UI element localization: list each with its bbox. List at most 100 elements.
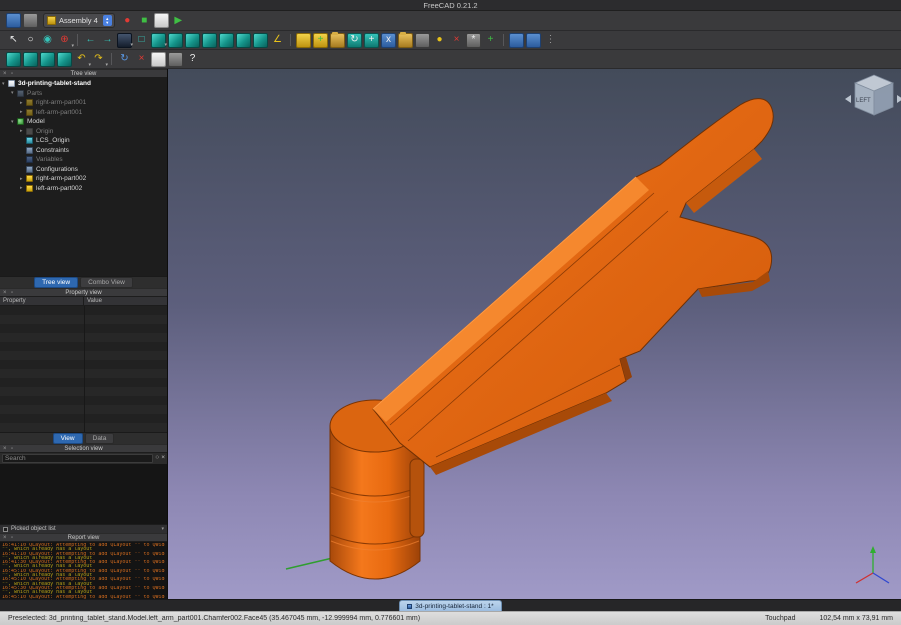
- cut-icon[interactable]: ×: [134, 52, 149, 67]
- tree-item[interactable]: ▸ right-arm-part002: [0, 174, 167, 184]
- view-rear-icon[interactable]: [219, 32, 234, 48]
- tab-view[interactable]: View: [52, 433, 83, 444]
- document-tab[interactable]: 3d-printing-tablet-stand : 1*: [399, 600, 502, 611]
- document-tab-label: 3d-printing-tablet-stand : 1*: [415, 602, 494, 610]
- tab-combo-view[interactable]: Combo View: [80, 277, 133, 288]
- close-panel-icon[interactable]: [3, 534, 7, 543]
- left-dock-panels: Tree view ▾ 3d-printing-tablet-stand ▾ P…: [0, 69, 168, 599]
- gear-icon[interactable]: *: [466, 32, 481, 48]
- open-document-icon[interactable]: [330, 31, 345, 48]
- tree-item[interactable]: Variables: [0, 155, 167, 165]
- nav-cube-rotate-right-icon[interactable]: [897, 95, 901, 103]
- selection-search-input[interactable]: [2, 454, 154, 463]
- report-view-panel-header: Report view: [0, 533, 167, 542]
- checkbox-icon[interactable]: [3, 526, 8, 532]
- model-tree[interactable]: ▾ 3d-printing-tablet-stand ▾ Parts ▸ rig…: [0, 78, 167, 276]
- view-right-icon[interactable]: [202, 32, 217, 48]
- new-lcs-icon[interactable]: +: [364, 32, 379, 48]
- macro-record-icon[interactable]: ●: [120, 13, 135, 28]
- new-assembly-icon[interactable]: [296, 32, 311, 48]
- float-panel-icon[interactable]: [11, 289, 13, 298]
- view-top-icon[interactable]: [185, 32, 200, 48]
- 3d-viewport[interactable]: LEFT: [168, 69, 901, 599]
- tree-item[interactable]: ▾ Model: [0, 117, 167, 127]
- tree-item[interactable]: ▸ right-arm-part001: [0, 98, 167, 108]
- tree-item[interactable]: Configurations: [0, 165, 167, 175]
- separator[interactable]: [77, 34, 78, 46]
- close-panel-icon[interactable]: [3, 445, 7, 454]
- redo-icon[interactable]: ↷ ▾: [91, 52, 108, 68]
- paste-icon[interactable]: [168, 51, 183, 67]
- mdi-tabbar: 3d-printing-tablet-stand : 1*: [0, 599, 901, 611]
- float-panel-icon[interactable]: [11, 534, 13, 543]
- overflow-menu-icon[interactable]: ⋮: [543, 33, 558, 48]
- tree-item[interactable]: ▸ left-arm-part001: [0, 108, 167, 118]
- add-variable-icon[interactable]: +: [483, 33, 498, 48]
- tree-item-label: Parts: [27, 89, 43, 97]
- undo-icon[interactable]: ↶ ▾: [74, 52, 91, 68]
- refresh-icon[interactable]: ↻: [117, 52, 132, 67]
- view-trimetric-icon[interactable]: [40, 51, 55, 67]
- view-home-icon[interactable]: [57, 51, 72, 67]
- nav-cube-rotate-left-icon[interactable]: [845, 95, 851, 103]
- configuration-icon[interactable]: [415, 32, 430, 48]
- tree-item[interactable]: Constraints: [0, 146, 167, 156]
- tree-item[interactable]: LCS_Origin: [0, 136, 167, 146]
- picked-object-list-toggle[interactable]: Picked object list ▾: [0, 524, 167, 533]
- pointer-select-icon[interactable]: ↖: [6, 33, 21, 48]
- property-table[interactable]: [0, 306, 167, 432]
- delete-icon[interactable]: ×: [449, 33, 464, 48]
- macro-edit-icon[interactable]: [153, 13, 169, 28]
- tree-item[interactable]: ▾ 3d-printing-tablet-stand: [0, 79, 167, 89]
- tab-tree-view[interactable]: Tree view: [34, 277, 79, 288]
- tree-item[interactable]: ▸ Origin: [0, 127, 167, 137]
- tree-item-label: Constraints: [36, 146, 69, 154]
- zoom-region-icon[interactable]: □: [134, 33, 149, 48]
- view-left-icon[interactable]: [253, 32, 268, 48]
- box-selection-icon[interactable]: ◉: [40, 33, 55, 48]
- search-options-icon[interactable]: ○: [155, 455, 159, 462]
- tab-data[interactable]: Data: [84, 433, 115, 444]
- separator[interactable]: [111, 53, 112, 65]
- solve-assembly-icon[interactable]: ↻: [347, 32, 362, 48]
- draw-style-icon[interactable]: ▾: [117, 32, 133, 48]
- view-isometric-icon[interactable]: [6, 51, 21, 67]
- whats-this-icon[interactable]: ?: [185, 52, 200, 67]
- nav-forward-icon[interactable]: →: [100, 33, 115, 48]
- view-axonometric-icon[interactable]: ▾: [151, 32, 167, 48]
- view-bottom-icon[interactable]: [236, 32, 251, 48]
- windows-icon[interactable]: [6, 13, 21, 28]
- tree-item[interactable]: ▾ Parts: [0, 89, 167, 99]
- view-dimetric-icon[interactable]: [23, 51, 38, 67]
- view-front-icon[interactable]: [168, 32, 183, 48]
- navigation-style-indicator[interactable]: Touchpad: [765, 615, 795, 622]
- float-panel-icon[interactable]: [11, 70, 13, 79]
- separator[interactable]: [503, 34, 504, 46]
- tree-item[interactable]: ▸ left-arm-part002: [0, 184, 167, 194]
- close-panel-icon[interactable]: [3, 289, 7, 298]
- report-log[interactable]: 16:41:10 QLayout: Attempting to add QLay…: [0, 542, 167, 599]
- clear-search-icon[interactable]: ×: [161, 455, 165, 462]
- navigation-cube[interactable]: LEFT: [845, 74, 901, 116]
- macro-play-icon[interactable]: ▶: [171, 13, 186, 28]
- measure-icon[interactable]: ∠: [270, 33, 285, 48]
- bulb-icon[interactable]: ●: [432, 33, 447, 48]
- macro-stop-icon[interactable]: ■: [137, 13, 152, 28]
- selection-list[interactable]: [0, 464, 167, 524]
- copy-icon[interactable]: [151, 51, 166, 67]
- insert-part-icon[interactable]: +: [313, 32, 328, 48]
- fit-all-icon[interactable]: ⊕ ▾: [57, 33, 74, 49]
- nav-back-icon[interactable]: ←: [83, 33, 98, 48]
- align-horizontal-icon[interactable]: [509, 32, 524, 48]
- separator[interactable]: [290, 34, 291, 46]
- float-panel-icon[interactable]: [11, 445, 13, 454]
- folder-icon[interactable]: [398, 31, 413, 48]
- new-window-icon[interactable]: [23, 13, 38, 28]
- workbench-selector-stepper[interactable]: ▲ ▼: [102, 15, 112, 26]
- workbench-selector[interactable]: Assembly 4 ▲ ▼: [43, 13, 115, 28]
- align-vertical-icon[interactable]: [526, 32, 541, 48]
- variables-icon[interactable]: x: [381, 32, 396, 48]
- zoom-icon[interactable]: ○: [23, 33, 38, 48]
- close-panel-icon[interactable]: [3, 70, 7, 79]
- nav-cube-left-face-label[interactable]: LEFT: [856, 98, 871, 104]
